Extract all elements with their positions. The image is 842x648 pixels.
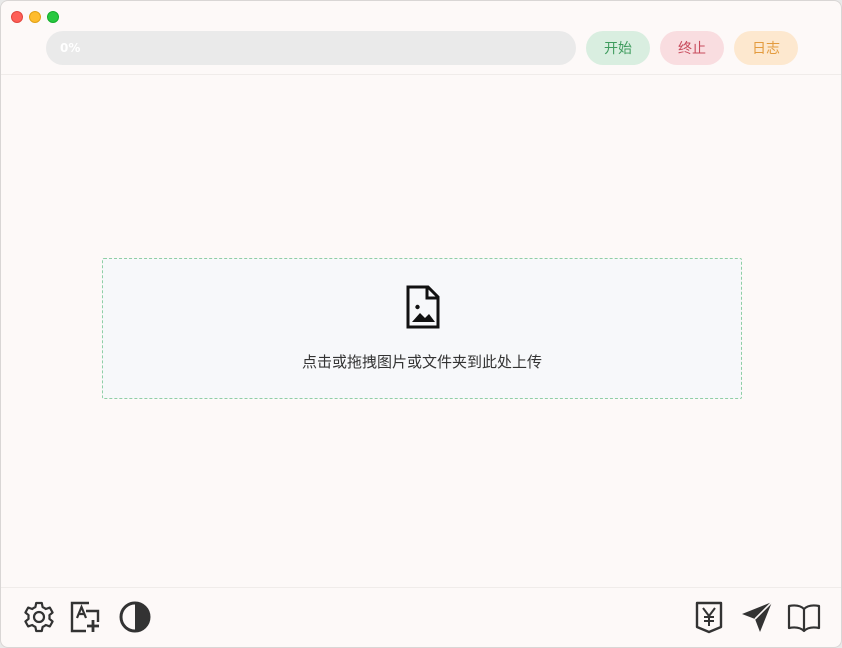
settings-icon[interactable] <box>22 600 56 634</box>
close-window-button[interactable] <box>11 11 23 23</box>
image-file-icon <box>406 285 440 329</box>
dropzone-instruction: 点击或拖拽图片或文件夹到此处上传 <box>301 353 542 371</box>
font-add-icon[interactable] <box>69 600 103 634</box>
book-icon[interactable] <box>787 600 821 634</box>
bottom-toolbar <box>1 587 841 647</box>
progress-label: 0% <box>60 41 81 55</box>
start-button[interactable]: 开始 <box>586 31 650 65</box>
contrast-icon[interactable] <box>118 600 152 634</box>
send-icon[interactable] <box>740 600 774 634</box>
minimize-window-button[interactable] <box>29 11 41 23</box>
maximize-window-button[interactable] <box>47 11 59 23</box>
upload-dropzone[interactable]: 点击或拖拽图片或文件夹到此处上传 <box>102 258 742 399</box>
window-controls <box>11 11 59 23</box>
log-button[interactable]: 日志 <box>734 31 798 65</box>
yen-donate-icon[interactable] <box>692 600 726 634</box>
top-toolbar: 0% 开始 终止 日志 <box>1 29 841 75</box>
progress-bar: 0% <box>46 31 576 65</box>
app-window: 0% 开始 终止 日志 点击或拖拽图片或文件夹到此处上传 <box>0 0 842 648</box>
stop-button[interactable]: 终止 <box>660 31 724 65</box>
